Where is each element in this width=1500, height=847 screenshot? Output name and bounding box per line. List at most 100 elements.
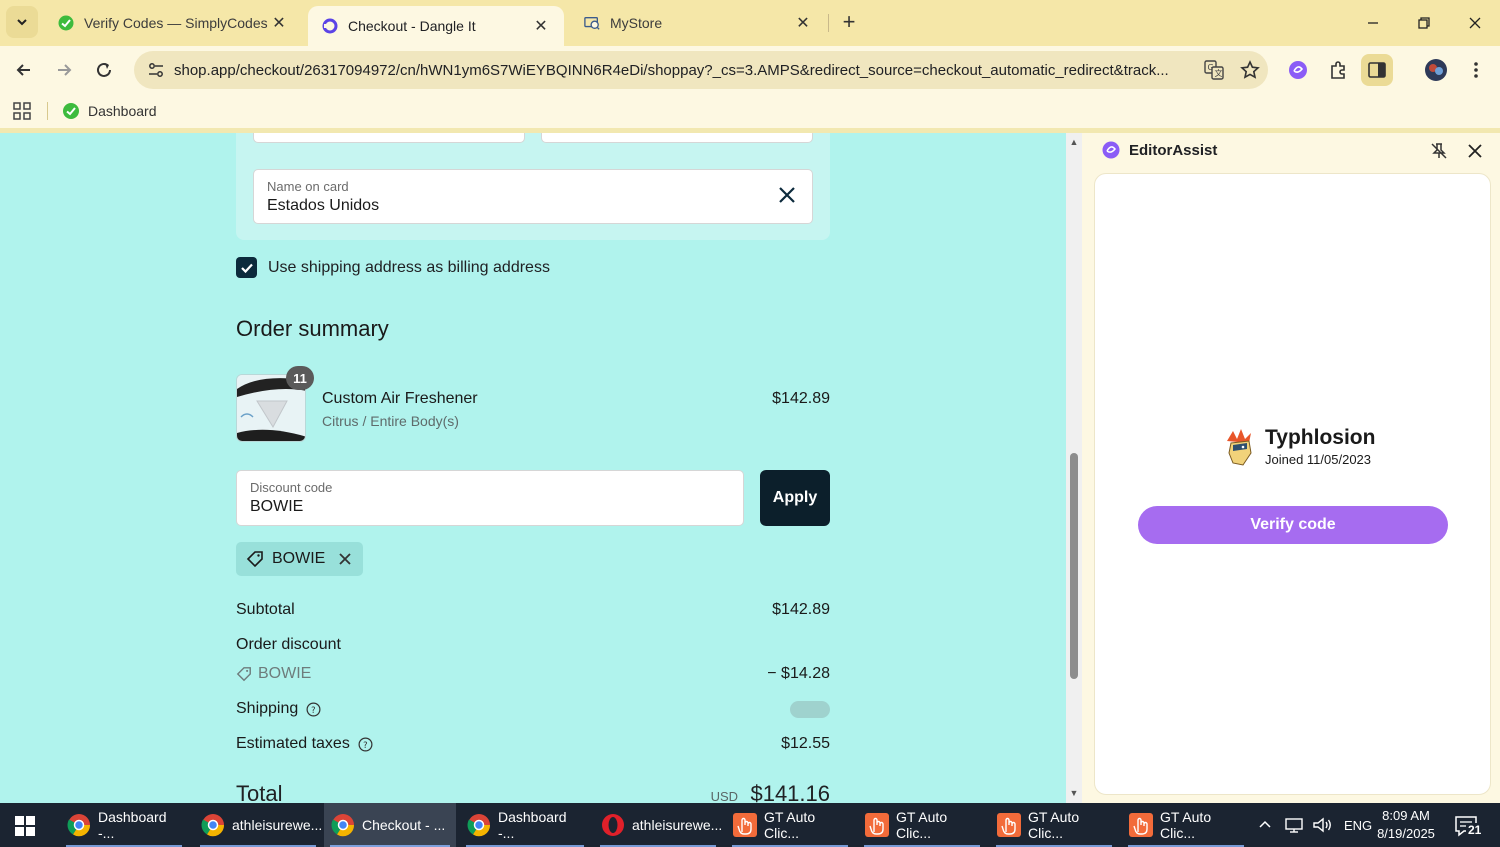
browser-toolbar: shop.app/checkout/26317094972/cn/hWN1ym6… [0,46,1500,94]
taskbar-item-gt-auto-clicker-2[interactable]: GT Auto Clic... [858,803,986,847]
taskbar-label: athleisurewe... [632,817,723,833]
chrome-icon [67,814,91,837]
extensions-puzzle-icon[interactable] [1322,54,1354,86]
chevron-up-icon[interactable] [1256,816,1274,834]
billing-same-checkbox[interactable] [236,257,257,278]
close-icon[interactable] [337,551,353,567]
back-button[interactable] [8,54,40,86]
tab-mystore[interactable]: MyStore ✕ [570,0,826,46]
dangle-it-icon [322,18,338,34]
hand-icon [1129,813,1153,837]
payment-card-section: Name on card Estados Unidos [236,133,830,240]
opera-icon [602,814,624,836]
taskbar-label: GT Auto Clic... [764,809,816,841]
network-icon[interactable] [1284,816,1304,834]
user-joined-date: Joined 11/05/2023 [1265,452,1372,467]
reload-icon [97,62,111,77]
windows-start-icon[interactable] [14,815,36,837]
profile-avatar[interactable] [1420,54,1452,86]
checkout-page: Name on card Estados Unidos Use shipping… [0,133,1066,803]
taskbar-label: GT Auto Clic... [1160,809,1212,841]
clock-time: 8:09 AM [1382,808,1430,823]
field-value[interactable]: BOWIE [250,498,303,516]
volume-icon[interactable] [1312,816,1334,834]
taxes-label: Estimated taxes [236,735,350,752]
taskbar-item-athleisure-1[interactable]: athleisurewe... [194,803,322,847]
close-window-button[interactable] [1460,8,1490,38]
address-bar[interactable]: shop.app/checkout/26317094972/cn/hWN1ym6… [134,51,1268,89]
scroll-up-arrow-icon[interactable]: ▲ [1069,137,1079,147]
help-icon[interactable]: ? [306,702,321,717]
translate-icon[interactable]: G文 [1196,60,1232,80]
unpin-icon[interactable] [1430,142,1448,160]
bookmarks-divider [47,102,48,120]
system-clock[interactable]: 8:09 AM 8/19/2025 [1370,807,1442,843]
discount-code-input[interactable]: Discount code BOWIE [236,470,744,526]
reload-button[interactable] [88,54,120,86]
site-info-icon[interactable] [138,61,174,79]
scrollbar-thumb[interactable] [1070,453,1078,679]
order-discount-label: Order discount [236,636,341,653]
clock-date: 8/19/2025 [1377,826,1435,841]
taskbar-item-athleisure-opera[interactable]: athleisurewe... [594,803,722,847]
typhlosion-avatar [1227,428,1252,466]
card-field-partial-right[interactable] [541,133,813,143]
tab-simplycodes[interactable]: Verify Codes — SimplyCodes ✕ [44,0,302,46]
tag-icon [236,667,251,682]
taskbar-item-checkout[interactable]: Checkout - ... [324,803,456,847]
shipping-row: Shipping ? [236,700,830,718]
tab-search-button[interactable] [6,6,38,38]
billing-same-checkbox-row[interactable]: Use shipping address as billing address [236,257,550,278]
field-value[interactable]: Estados Unidos [267,197,379,215]
quantity-badge: 11 [286,366,314,390]
close-icon[interactable]: ✕ [532,17,550,35]
taxes-value: $12.55 [781,735,830,752]
verify-code-button[interactable]: Verify code [1138,506,1448,544]
close-icon[interactable]: ✕ [270,14,288,32]
taskbar-item-gt-auto-clicker-3[interactable]: GT Auto Clic... [990,803,1118,847]
taskbar-item-dashboard-1[interactable]: Dashboard -... [60,803,188,847]
taskbar-label: Checkout - ... [362,817,446,833]
tab-checkout[interactable]: Checkout - Dangle It ✕ [308,6,564,46]
scroll-down-arrow-icon[interactable]: ▼ [1069,788,1079,798]
editorassist-extension-icon[interactable] [1282,54,1314,86]
notification-center[interactable]: 21 [1452,812,1486,840]
side-panel-body: Typhlosion Joined 11/05/2023 Verify code [1094,173,1491,795]
user-name: Typhlosion [1265,426,1376,449]
simplycodes-icon [63,103,79,119]
close-icon[interactable] [776,184,798,206]
page-scrollbar[interactable]: ▲ ▼ [1066,133,1082,803]
taskbar-label: GT Auto Clic... [896,809,948,841]
menu-kebab-icon[interactable] [1460,54,1492,86]
order-summary-heading: Order summary [236,316,389,341]
apps-grid-icon[interactable] [12,101,32,121]
language-indicator[interactable]: ENG [1344,818,1372,833]
taskbar-item-gt-auto-clicker-4[interactable]: GT Auto Clic... [1122,803,1250,847]
applied-discount-tag: BOWIE [236,542,364,576]
bookmark-label: Dashboard [88,103,157,119]
name-on-card-field[interactable]: Name on card Estados Unidos [253,169,813,224]
hand-icon [997,813,1021,837]
bookmark-dashboard[interactable]: Dashboard [62,99,157,123]
close-icon[interactable] [1466,142,1484,160]
url-text[interactable]: shop.app/checkout/26317094972/cn/hWN1ym6… [174,62,1196,79]
new-tab-button[interactable]: + [836,9,862,35]
total-currency: USD [710,789,739,803]
taskbar-label: GT Auto Clic... [1028,809,1080,841]
mystore-icon [584,15,600,31]
taskbar-item-gt-auto-clicker-1[interactable]: GT Auto Clic... [726,803,854,847]
subtotal-label: Subtotal [236,601,295,618]
svg-text:?: ? [363,739,367,749]
chevron-down-icon [17,19,27,26]
taskbar-item-dashboard-2[interactable]: Dashboard -... [460,803,590,847]
card-field-partial-left[interactable] [253,133,525,143]
apply-discount-button[interactable]: Apply [760,470,830,526]
help-icon[interactable]: ? [358,737,373,752]
bookmark-star-icon[interactable] [1232,60,1268,80]
side-panel-icon[interactable] [1361,54,1393,86]
forward-button[interactable] [48,54,80,86]
minimize-button[interactable] [1358,8,1388,38]
chrome-icon [331,814,355,837]
restore-button[interactable] [1409,8,1439,38]
close-icon[interactable]: ✕ [794,14,812,32]
